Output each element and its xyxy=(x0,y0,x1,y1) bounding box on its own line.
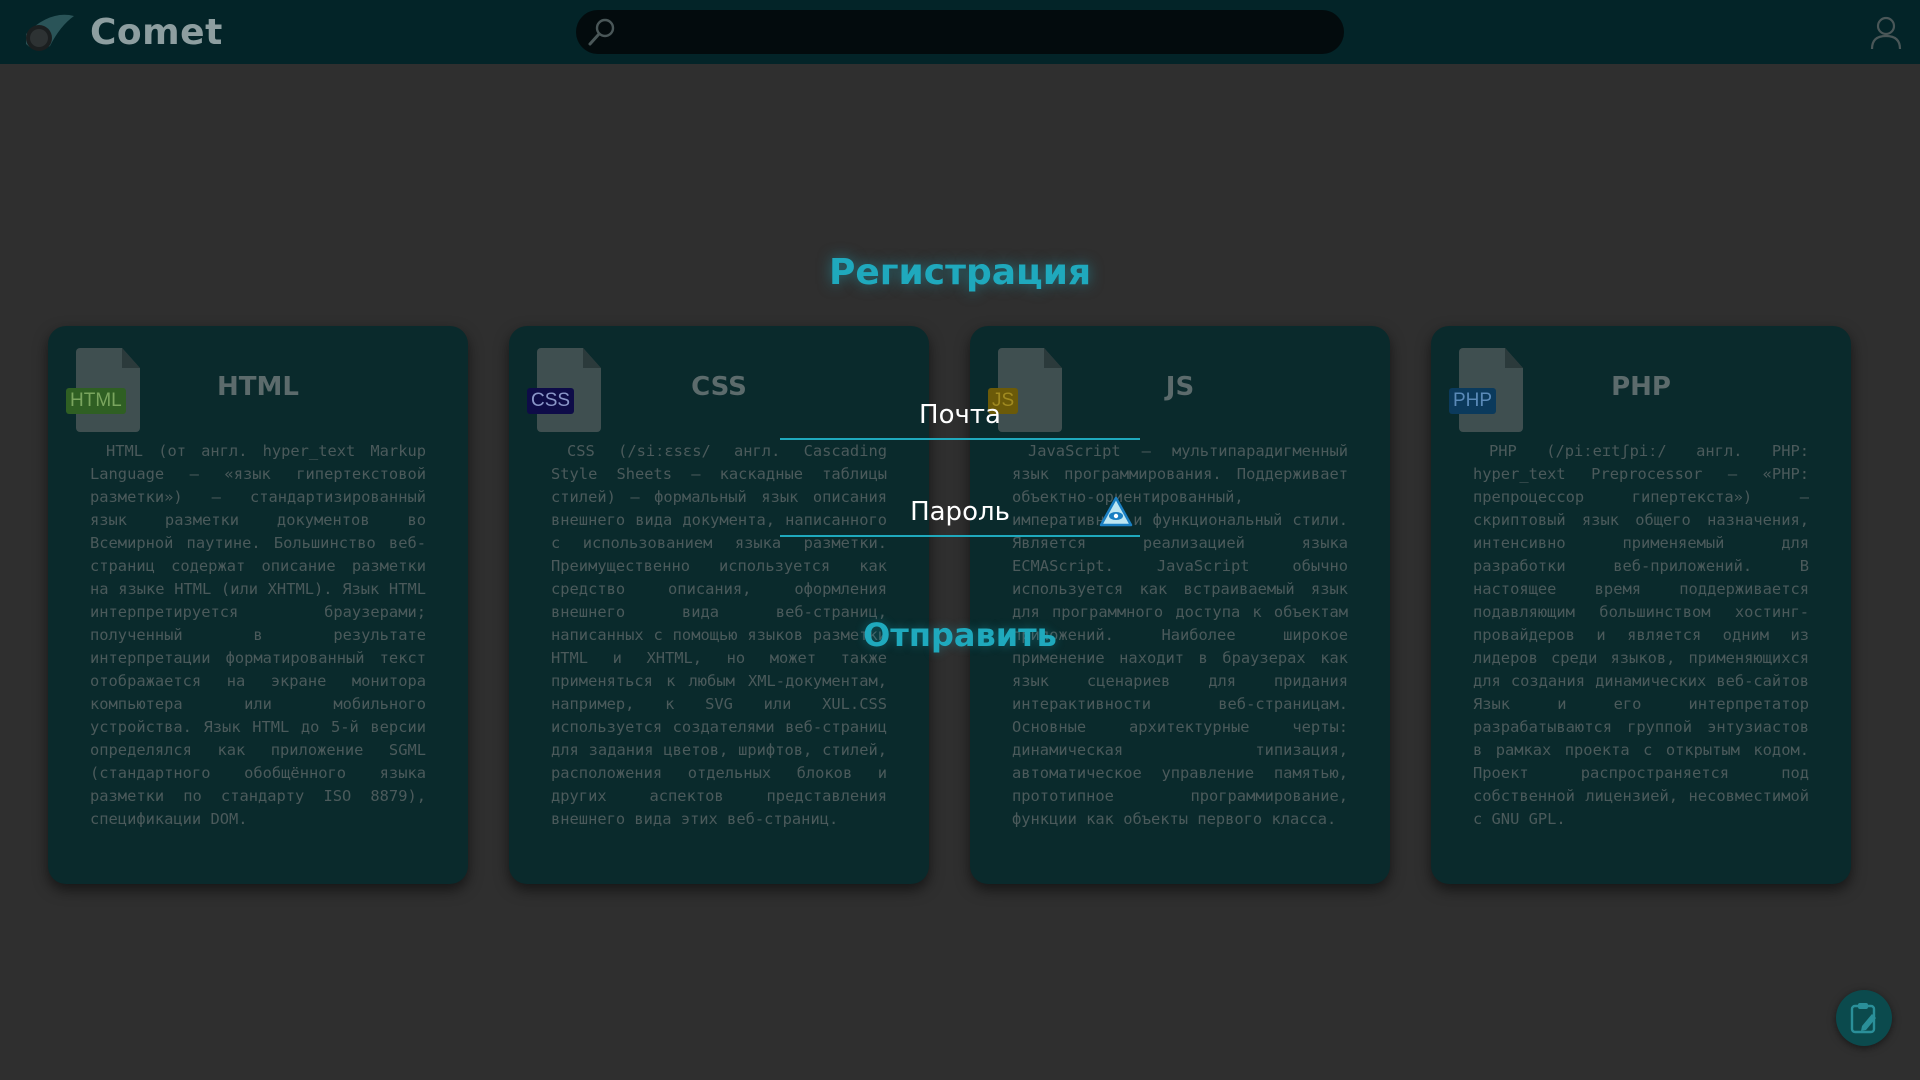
clipboard-button[interactable] xyxy=(1836,990,1892,1046)
search-bar[interactable] xyxy=(576,10,1344,54)
top-header: Comet xyxy=(0,0,1920,64)
password-underline xyxy=(780,535,1140,537)
brand-name[interactable]: Comet xyxy=(90,12,223,53)
card-title: CSS xyxy=(691,372,747,402)
card-title: JS xyxy=(1165,372,1195,402)
email-underline xyxy=(780,438,1140,440)
submit-button[interactable]: Отправить xyxy=(0,616,1920,654)
user-icon[interactable] xyxy=(1870,16,1902,50)
page-title: Регистрация xyxy=(828,252,1092,293)
clipboard-edit-icon xyxy=(1850,1003,1876,1034)
card-title: HTML xyxy=(217,372,299,402)
eye-triangle-icon[interactable] xyxy=(1099,496,1133,528)
email-field[interactable]: Почта xyxy=(0,400,1920,430)
password-field[interactable]: Пароль xyxy=(0,497,1920,527)
search-icon[interactable] xyxy=(586,16,618,48)
card-title: PHP xyxy=(1611,372,1671,402)
comet-logo-icon[interactable] xyxy=(20,14,76,54)
